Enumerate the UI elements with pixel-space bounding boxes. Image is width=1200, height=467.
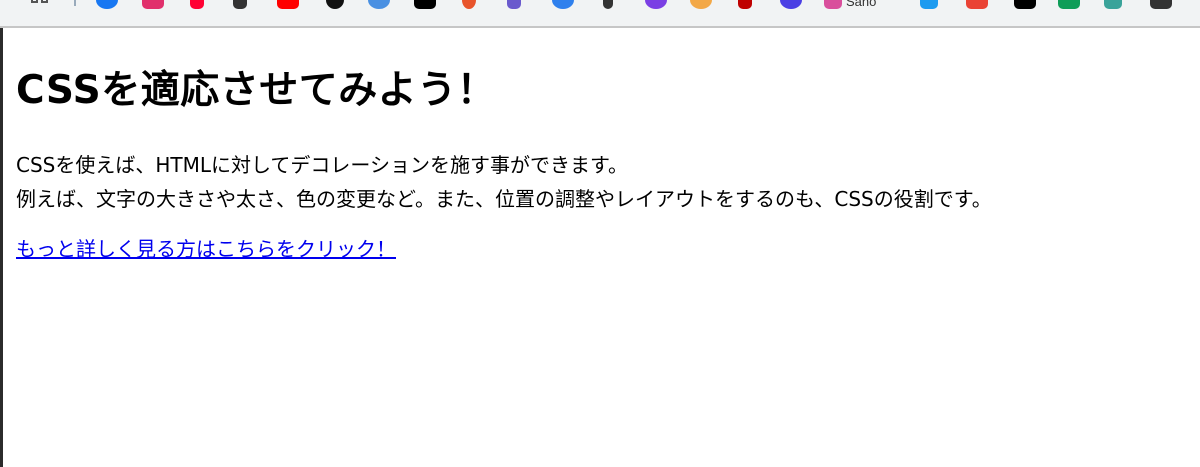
page-title: CSSを適応させてみよう！ [16, 68, 497, 113]
yahoo-icon[interactable] [190, 0, 204, 9]
camera-icon[interactable] [1150, 0, 1172, 9]
twitter-icon[interactable] [920, 0, 938, 9]
youtube-icon[interactable] [277, 0, 299, 9]
tool-icon[interactable] [233, 0, 247, 9]
window-left-edge [0, 28, 3, 467]
more-details-link[interactable]: もっと詳しく見る方はこちらをクリック！ [16, 234, 396, 264]
page-content: CSSを適応させてみよう！ CSSを使えば、HTMLに対してデコレーションを施す… [16, 28, 1186, 264]
q-icon[interactable] [552, 0, 574, 9]
description-paragraph: CSSを使えば、HTMLに対してデコレーションを施す事ができます。 例えば、文字… [16, 148, 1186, 216]
blue-circle-icon[interactable] [780, 0, 802, 9]
shield-icon[interactable] [368, 0, 390, 9]
amazon-icon[interactable] [690, 0, 712, 9]
description-line-2: 例えば、文字の大きさや太さ、色の変更など。また、位置の調整やレイアウトをするのも… [16, 187, 992, 211]
burst-icon[interactable] [462, 0, 476, 9]
threads-icon[interactable] [414, 0, 436, 9]
sheets-icon[interactable] [1058, 0, 1080, 9]
purple-circle-icon[interactable] [645, 0, 667, 9]
apps-grid-icon[interactable] [31, 0, 51, 6]
bookmarks-bar: Sano [0, 0, 1200, 28]
facebook-icon[interactable] [96, 0, 118, 9]
flower-icon[interactable] [824, 0, 842, 9]
notion-icon[interactable] [1014, 0, 1036, 9]
gmail-icon[interactable] [966, 0, 988, 9]
bookmarks-separator [74, 0, 76, 6]
instagram-icon[interactable] [142, 0, 164, 9]
description-line-1: CSSを使えば、HTMLに対してデコレーションを施す事ができます。 [16, 153, 629, 177]
rakuten-icon[interactable] [738, 0, 752, 9]
pen-icon[interactable] [507, 0, 521, 9]
teal-icon[interactable] [1104, 0, 1122, 9]
dots-icon[interactable] [603, 0, 613, 9]
bookmark-sano-label[interactable]: Sano [846, 0, 876, 9]
tiktok-icon[interactable] [326, 0, 344, 9]
